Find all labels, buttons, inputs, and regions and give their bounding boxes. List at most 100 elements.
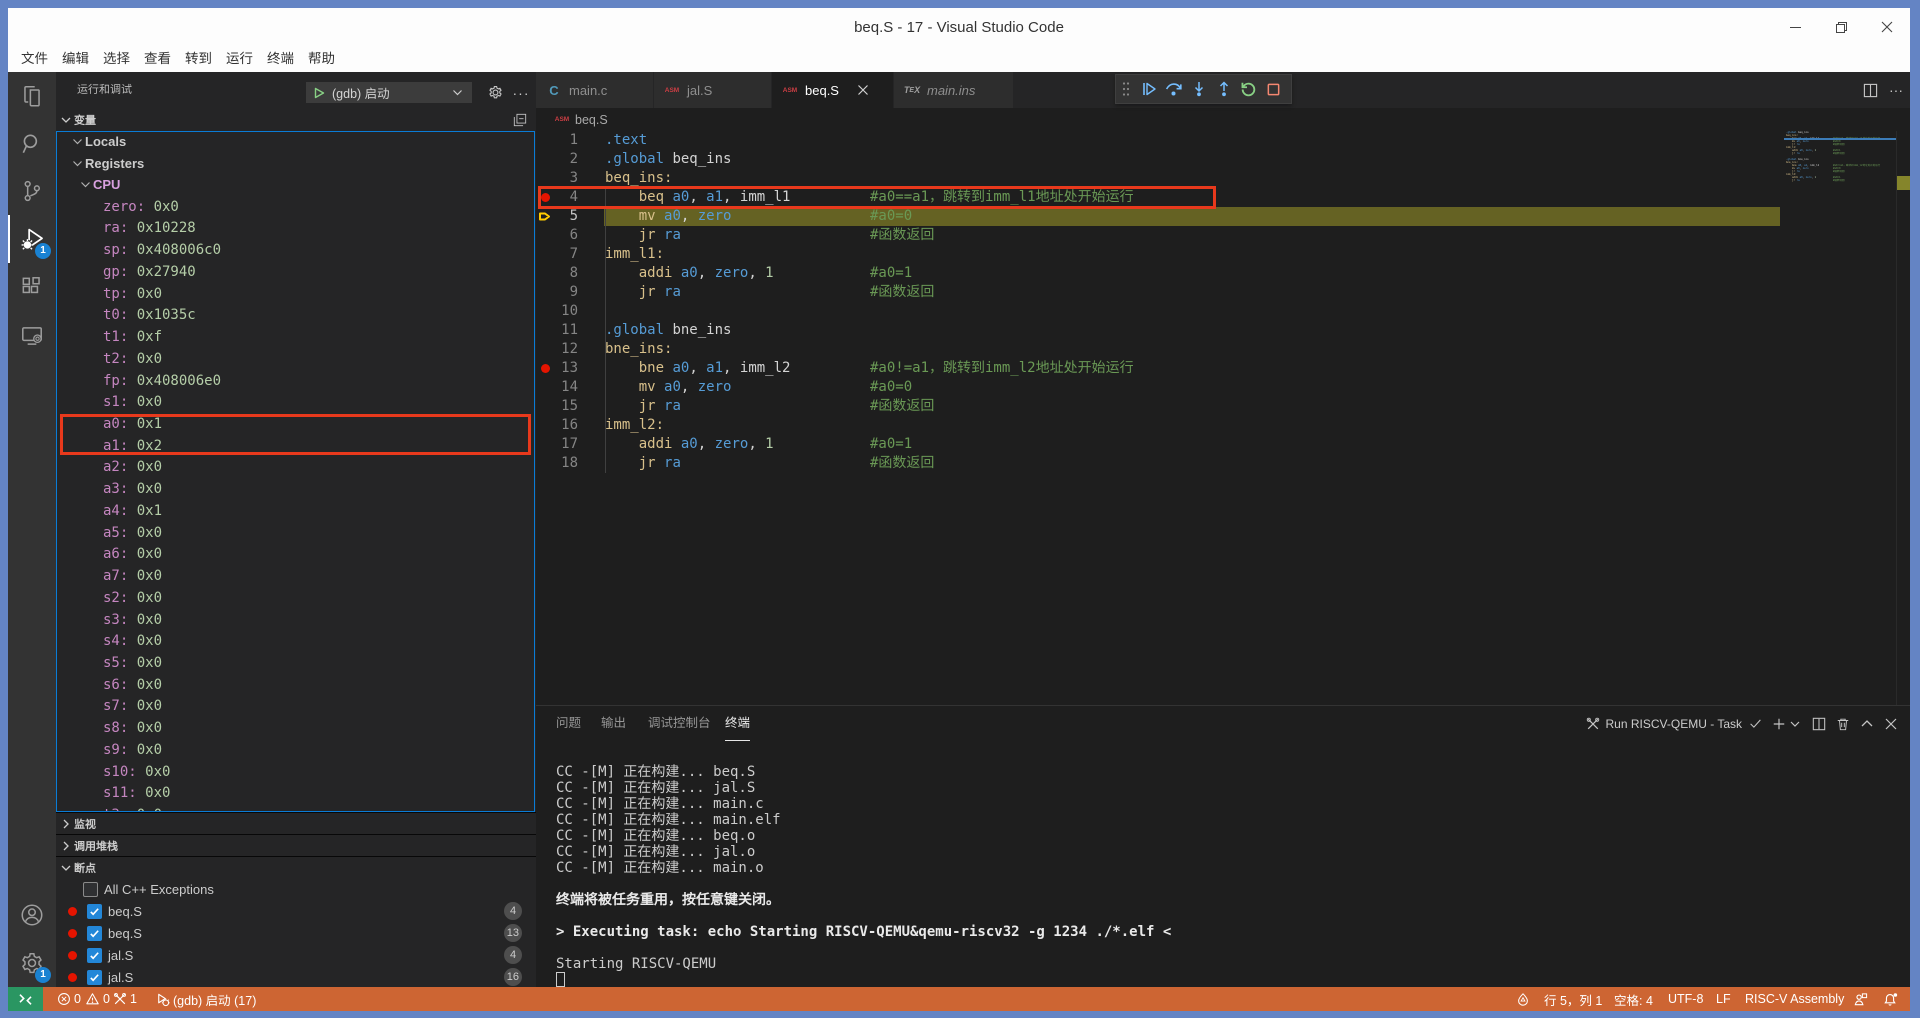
register-gp[interactable]: gp: 0x27940: [57, 261, 533, 283]
problems-status[interactable]: 00: [57, 987, 110, 1011]
close-button[interactable]: [1864, 8, 1910, 46]
register-s2[interactable]: s2: 0x0: [57, 587, 533, 609]
minimap[interactable]: .text.global beq_insbeq_ins: beq a0, a1,…: [1784, 131, 1896, 702]
activity-bar-search[interactable]: [8, 120, 56, 168]
editor-more-actions-icon[interactable]: ···: [1888, 82, 1904, 98]
overview-ruler[interactable]: [1896, 131, 1910, 705]
debug-continue-button[interactable]: [1136, 74, 1161, 104]
menu-item-help[interactable]: 帮助: [302, 48, 342, 70]
close-tab-icon[interactable]: [853, 80, 873, 100]
menu-item-file[interactable]: 文件: [15, 48, 55, 70]
register-group-cpu[interactable]: CPU: [57, 174, 533, 196]
panel-tab-output[interactable]: 输出: [601, 706, 626, 741]
watch-section-header[interactable]: 监视: [56, 812, 536, 834]
terminal-output[interactable]: CC -[M] 正在构建... beq.SCC -[M] 正在构建... jal…: [556, 764, 1896, 1004]
debug-step-over-button[interactable]: [1161, 74, 1186, 104]
code-line-14[interactable]: 14 mv a0, zero#a0=0: [536, 378, 1910, 397]
code-line-2[interactable]: 2.global beq_ins: [536, 150, 1910, 169]
menu-item-view[interactable]: 查看: [138, 48, 178, 70]
register-a5[interactable]: a5: 0x0: [57, 522, 533, 544]
variables-section-header[interactable]: 变量: [56, 108, 536, 131]
tab-beq.S[interactable]: ASMbeq.S: [772, 72, 893, 108]
register-s11[interactable]: s11: 0x0: [57, 782, 533, 804]
register-a3[interactable]: a3: 0x0: [57, 478, 533, 500]
register-t3[interactable]: t3: 0x0: [57, 804, 533, 812]
register-ra[interactable]: ra: 0x10228: [57, 217, 533, 239]
breakpoints-section-header[interactable]: 断点: [56, 856, 536, 878]
activity-bar-source-control[interactable]: [8, 167, 56, 215]
register-s7[interactable]: s7: 0x0: [57, 695, 533, 717]
code-line-12[interactable]: 12bne_ins:: [536, 340, 1910, 359]
running-tasks-status[interactable]: 1: [113, 987, 137, 1011]
register-sp[interactable]: sp: 0x408006c0: [57, 239, 533, 261]
panel-tab-debug-console[interactable]: 调试控制台: [648, 706, 711, 741]
register-s3[interactable]: s3: 0x0: [57, 609, 533, 631]
task-select[interactable]: Run RISCV-QEMU - Task: [1585, 716, 1763, 732]
activity-bar-account[interactable]: [8, 891, 56, 939]
breakpoint-item-jal.S-4[interactable]: jal.S4: [56, 944, 536, 966]
register-s1[interactable]: s1: 0x0: [57, 391, 533, 413]
breakpoint-item-beq.S-13[interactable]: beq.S13: [56, 922, 536, 944]
register-a6[interactable]: a6: 0x0: [57, 543, 533, 565]
close-panel-icon[interactable]: [1883, 716, 1899, 732]
register-fp[interactable]: fp: 0x408006e0: [57, 370, 533, 392]
collapse-all-icon[interactable]: [511, 111, 529, 129]
breakpoint-item-jal.S-16[interactable]: jal.S16: [56, 966, 536, 987]
code-line-8[interactable]: 8 addi a0, zero, 1#a0=1: [536, 264, 1910, 283]
code-line-7[interactable]: 7imm_l1:: [536, 245, 1910, 264]
register-t1[interactable]: t1: 0xf: [57, 326, 533, 348]
views-more-actions-icon[interactable]: ···: [511, 82, 531, 103]
checkbox-checked[interactable]: [87, 970, 102, 985]
remote-indicator[interactable]: [8, 987, 43, 1011]
restore-button[interactable]: [1818, 8, 1864, 46]
call-stack-section-header[interactable]: 调用堆栈: [56, 834, 536, 856]
split-terminal-icon[interactable]: [1811, 716, 1827, 732]
code-line-9[interactable]: 9 jr ra#函数返回: [536, 283, 1910, 302]
code-line-6[interactable]: 6 jr ra#函数返回: [536, 226, 1910, 245]
minimize-button[interactable]: [1772, 8, 1818, 46]
register-s5[interactable]: s5: 0x0: [57, 652, 533, 674]
activity-bar-explorer[interactable]: [8, 72, 56, 120]
register-t0[interactable]: t0: 0x1035c: [57, 304, 533, 326]
register-a7[interactable]: a7: 0x0: [57, 565, 533, 587]
menu-item-edit[interactable]: 编辑: [56, 48, 96, 70]
flame-status-icon[interactable]: [1516, 987, 1530, 1011]
scope-locals[interactable]: Locals: [57, 131, 533, 153]
checkbox-checked[interactable]: [87, 926, 102, 941]
split-editor-icon[interactable]: [1862, 82, 1878, 98]
menu-item-selection[interactable]: 选择: [97, 48, 137, 70]
code-line-16[interactable]: 16imm_l2:: [536, 416, 1910, 435]
feedback-icon[interactable]: [1853, 987, 1868, 1011]
menu-item-go[interactable]: 转到: [179, 48, 219, 70]
debug-stop-button[interactable]: [1261, 74, 1286, 104]
code-line-13[interactable]: 13 bne a0, a1, imm_l2#a0!=a1，跳转到imm_l2地址…: [536, 359, 1910, 378]
code-line-17[interactable]: 17 addi a0, zero, 1#a0=1: [536, 435, 1910, 454]
register-s10[interactable]: s10: 0x0: [57, 761, 533, 783]
panel-tab-problems[interactable]: 问题: [556, 706, 581, 741]
code-line-15[interactable]: 15 jr ra#函数返回: [536, 397, 1910, 416]
notifications-bell-icon[interactable]: [1883, 987, 1898, 1011]
register-s8[interactable]: s8: 0x0: [57, 717, 533, 739]
tab-main.c[interactable]: Cmain.c: [536, 72, 653, 108]
code-line-5[interactable]: 5 mv a0, zero#a0=0: [536, 207, 1910, 226]
register-s6[interactable]: s6: 0x0: [57, 674, 533, 696]
register-s9[interactable]: s9: 0x0: [57, 739, 533, 761]
activity-bar-settings[interactable]: 1: [8, 939, 56, 987]
debug-restart-button[interactable]: [1236, 74, 1261, 104]
activity-bar-run-and-debug[interactable]: 1: [8, 215, 56, 263]
debug-step-into-button[interactable]: [1186, 74, 1211, 104]
code-line-1[interactable]: 1.text: [536, 131, 1910, 150]
register-a4[interactable]: a4: 0x1: [57, 500, 533, 522]
register-t2[interactable]: t2: 0x0: [57, 348, 533, 370]
tab-jal.S[interactable]: ASMjal.S: [654, 72, 771, 108]
cursor-position[interactable]: 行 5，列 1: [1544, 987, 1602, 1011]
panel-tab-terminal[interactable]: 终端: [725, 706, 750, 741]
checkbox-checked[interactable]: [87, 948, 102, 963]
scope-registers[interactable]: Registers: [57, 152, 533, 174]
maximize-panel-icon[interactable]: [1859, 716, 1875, 732]
terminal-dropdown-chevron-icon[interactable]: [1787, 716, 1803, 732]
encoding[interactable]: UTF-8: [1668, 987, 1703, 1011]
breadcrumb[interactable]: ASM beq.S: [536, 108, 1910, 131]
debug-configure-gear-icon[interactable]: [485, 82, 505, 103]
code-line-10[interactable]: 10: [536, 302, 1910, 321]
